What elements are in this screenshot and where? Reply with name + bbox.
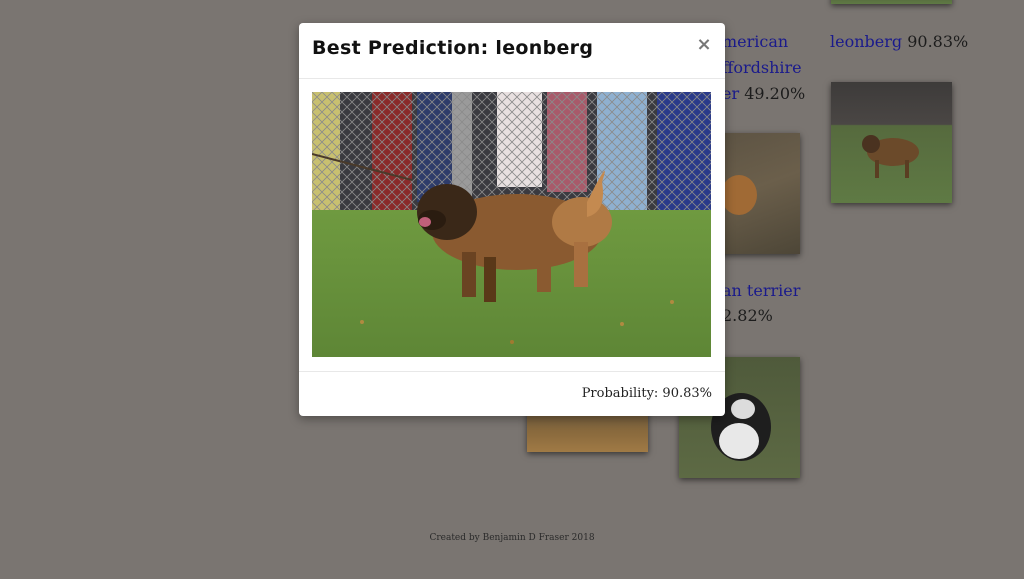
modal-body: [299, 79, 725, 372]
gallery-breed-link-1a[interactable]: merican: [722, 29, 788, 55]
prediction-modal: Best Prediction: leonberg × Probability:…: [299, 23, 725, 416]
gallery-thumb-top-right[interactable]: [831, 0, 952, 4]
modal-header: Best Prediction: leonberg ×: [299, 23, 725, 79]
gallery-breed-link-3[interactable]: an terrier: [722, 278, 800, 304]
gallery-breed-link-1b[interactable]: ffordshire: [722, 55, 802, 81]
dog-photo-thumb: [862, 135, 919, 178]
dog-photo: [312, 92, 711, 357]
footer-credit: Created by Benjamin D Fraser 2018: [429, 533, 595, 543]
leonberg-photo: [312, 92, 711, 357]
modal-footer: Probability: 90.83%: [299, 372, 725, 416]
close-icon[interactable]: ×: [695, 35, 713, 55]
gallery-thumb-leonberg[interactable]: [831, 82, 952, 203]
gallery-caption-2: leonberg 90.83%: [830, 29, 968, 55]
probability-text: Probability: 90.83%: [581, 386, 712, 401]
gallery-prob-2: 90.83%: [907, 32, 969, 51]
gallery-prob-3: 2.82%: [722, 306, 773, 325]
gallery-breed-link-2[interactable]: leonberg: [830, 32, 902, 51]
modal-title: Best Prediction: leonberg: [312, 37, 594, 59]
gallery-prob-1: 49.20%: [744, 84, 806, 103]
gallery-caption-1: er 49.20%: [722, 81, 805, 107]
